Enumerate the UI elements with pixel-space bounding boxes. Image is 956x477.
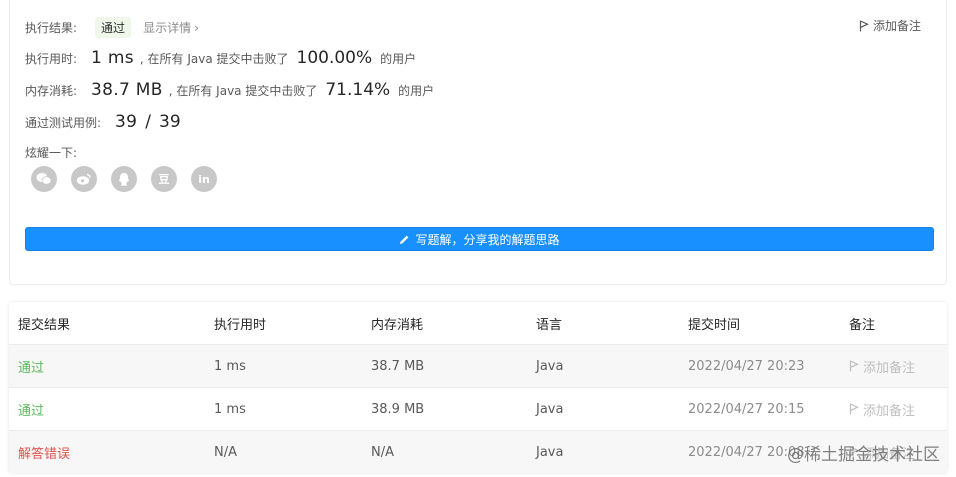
- memory-value: 38.7 MB: [91, 80, 163, 100]
- table-row: 通过 1 ms 38.9 MB Java 2022/04/27 20:15 添加…: [9, 387, 947, 430]
- flag-icon: [859, 19, 869, 31]
- memory-beat-text: , 在所有 Java 提交中击败了: [168, 83, 318, 98]
- qq-icon[interactable]: [111, 166, 137, 192]
- table-row: 通过 1 ms 38.7 MB Java 2022/04/27 20:23 添加…: [9, 344, 947, 387]
- linkedin-icon[interactable]: in: [191, 166, 217, 192]
- status-row: 执行结果: 通过 显示详情 ›: [25, 17, 199, 38]
- add-note-button[interactable]: 添加备注: [859, 17, 921, 34]
- flag-icon: [849, 403, 859, 415]
- header-memory: 内存消耗: [371, 317, 424, 333]
- watermark: @稀土掘金技术社区: [787, 445, 940, 465]
- douban-glyph: 豆: [158, 173, 170, 186]
- pencil-icon: [400, 235, 409, 244]
- row-memory: 38.9 MB: [371, 401, 425, 417]
- testcases-separator: /: [145, 112, 152, 132]
- header-runtime: 执行用时: [214, 317, 267, 333]
- runtime-beat-text: , 在所有 Java 提交中击败了: [139, 51, 289, 66]
- memory-label: 内存消耗:: [25, 83, 78, 98]
- add-note-label: 添加备注: [872, 19, 921, 33]
- status-label: 执行结果:: [25, 21, 78, 35]
- wechat-icon[interactable]: [31, 166, 57, 192]
- row-submit-time: 2022/04/27 20:23: [688, 358, 805, 374]
- testcases-passed: 39: [115, 112, 138, 132]
- show-details-link[interactable]: 显示详情 ›: [143, 19, 199, 36]
- write-solution-button[interactable]: 写题解，分享我的解题思路: [25, 227, 934, 251]
- douban-icon[interactable]: 豆: [151, 166, 177, 192]
- testcases-label: 通过测试用例:: [25, 115, 102, 130]
- row-runtime: 1 ms: [214, 358, 246, 374]
- runtime-tail-text: 的用户: [380, 51, 417, 66]
- memory-row: 内存消耗: 38.7 MB , 在所有 Java 提交中击败了 71.14% 的…: [25, 80, 434, 100]
- row-runtime: N/A: [214, 444, 237, 460]
- runtime-row: 执行用时: 1 ms , 在所有 Java 提交中击败了 100.00% 的用户: [25, 48, 416, 68]
- row-language: Java: [536, 401, 564, 417]
- weibo-glyph: [76, 173, 91, 185]
- row-add-note-button[interactable]: 添加备注: [849, 357, 915, 376]
- row-language: Java: [536, 358, 564, 374]
- result-card: 执行结果: 通过 显示详情 › 添加备注 执行用时: 1 ms , 在所有 Jav…: [9, 0, 947, 285]
- row-result-link[interactable]: 通过: [18, 400, 44, 419]
- linkedin-glyph: in: [198, 172, 210, 186]
- row-result-link[interactable]: 解答错误: [18, 443, 70, 462]
- memory-percentile: 71.14%: [325, 80, 391, 100]
- testcases-total: 39: [159, 112, 181, 132]
- status-badge: 通过: [95, 17, 132, 38]
- share-label: 炫耀一下:: [25, 146, 78, 160]
- wechat-glyph: [36, 172, 52, 185]
- header-submit-time: 提交时间: [688, 317, 741, 333]
- share-row: 炫耀一下:: [25, 144, 77, 161]
- header-language: 语言: [536, 317, 563, 333]
- weibo-icon[interactable]: [71, 166, 97, 192]
- row-submit-time: 2022/04/27 20:15: [688, 401, 805, 417]
- testcases-row: 通过测试用例: 39 / 39: [25, 112, 181, 132]
- show-details-label: 显示详情: [143, 21, 192, 35]
- header-note: 备注: [849, 317, 876, 333]
- row-result-link[interactable]: 通过: [18, 357, 44, 376]
- runtime-percentile: 100.00%: [296, 48, 373, 68]
- qq-glyph: [118, 172, 130, 186]
- share-icons: 豆 in: [31, 166, 217, 192]
- row-memory: 38.7 MB: [371, 358, 425, 374]
- row-runtime: 1 ms: [214, 401, 246, 417]
- table-header: 提交结果 执行用时 内存消耗 语言 提交时间 备注: [9, 302, 947, 344]
- write-solution-label: 写题解，分享我的解题思路: [415, 232, 560, 247]
- row-add-note-label: 添加备注: [863, 403, 916, 419]
- chevron-right-icon: ›: [194, 21, 199, 35]
- row-language: Java: [536, 444, 564, 460]
- row-memory: N/A: [371, 444, 394, 460]
- flag-icon: [849, 360, 859, 372]
- header-result: 提交结果: [18, 317, 71, 333]
- runtime-value: 1 ms: [91, 48, 134, 68]
- row-add-note-label: 添加备注: [863, 360, 916, 376]
- row-add-note-button[interactable]: 添加备注: [849, 400, 915, 419]
- memory-tail-text: 的用户: [398, 83, 435, 98]
- runtime-label: 执行用时:: [25, 51, 78, 66]
